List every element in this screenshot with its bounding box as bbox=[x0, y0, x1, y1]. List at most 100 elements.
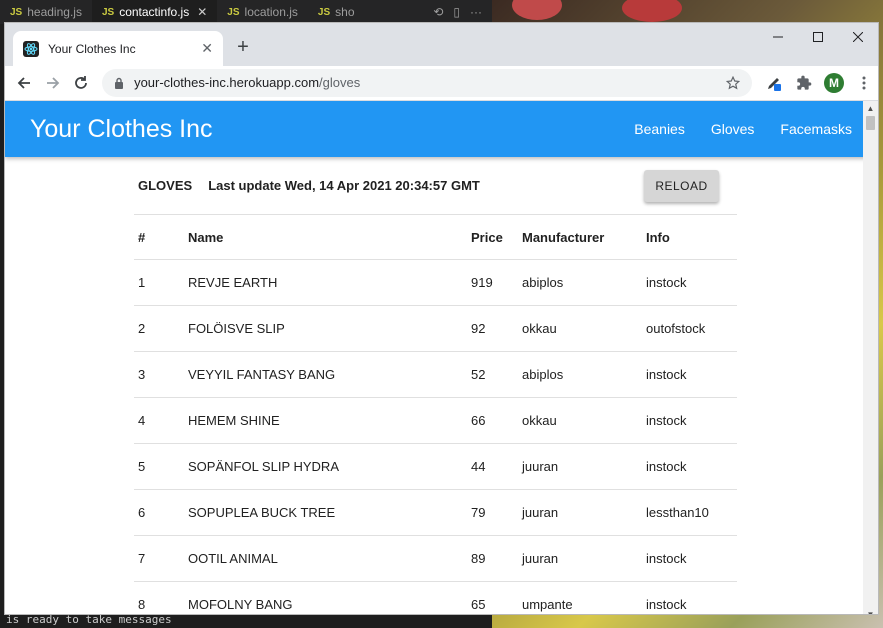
browser-tab[interactable]: Your Clothes Inc ✕ bbox=[13, 31, 223, 66]
bookmark-star-icon[interactable] bbox=[726, 75, 741, 90]
cell-manufacturer: okkau bbox=[522, 397, 646, 444]
nav-link-facemasks[interactable]: Facemasks bbox=[780, 121, 852, 137]
scrollbar-thumb[interactable] bbox=[866, 116, 875, 130]
close-window-button[interactable] bbox=[838, 23, 878, 51]
cell-info: instock bbox=[646, 443, 737, 490]
cell-price: 919 bbox=[471, 259, 522, 306]
editor-tab-bar: JS heading.js JS contactinfo.js ✕ JS loc… bbox=[0, 0, 492, 24]
cell-number: 3 bbox=[134, 351, 188, 398]
reload-button[interactable]: RELOAD bbox=[644, 170, 719, 202]
cell-price: 52 bbox=[471, 351, 522, 398]
url-host: your-clothes-inc.herokuapp.com bbox=[134, 75, 320, 90]
profile-button[interactable]: M bbox=[820, 69, 848, 97]
cell-price: 65 bbox=[471, 581, 522, 614]
column-header-number: # bbox=[134, 215, 188, 260]
browser-window: Your Clothes Inc ✕ + your-clothes-inc.he… bbox=[5, 23, 878, 614]
app-title: Your Clothes Inc bbox=[30, 114, 213, 143]
nav-link-gloves[interactable]: Gloves bbox=[711, 121, 755, 137]
minimize-button[interactable] bbox=[758, 23, 798, 51]
column-header-manufacturer: Manufacturer bbox=[522, 215, 646, 260]
cell-price: 89 bbox=[471, 535, 522, 582]
forward-button[interactable] bbox=[40, 70, 66, 96]
lock-icon[interactable] bbox=[114, 77, 124, 89]
table-row: 5 SOPÄNFOL SLIP HYDRA 44 juuran instock bbox=[134, 443, 737, 490]
arrow-left-icon bbox=[17, 76, 30, 89]
cell-number: 7 bbox=[134, 535, 188, 582]
kebab-menu-icon bbox=[862, 76, 866, 89]
editor-tab-label: contactinfo.js bbox=[119, 5, 190, 19]
reload-page-button[interactable] bbox=[68, 70, 94, 96]
editor-tab[interactable]: JS heading.js bbox=[0, 0, 92, 24]
cell-number: 8 bbox=[134, 581, 188, 614]
maximize-icon bbox=[813, 32, 823, 42]
extensions-area: M bbox=[760, 69, 878, 97]
table-row: 7 OOTIL ANIMAL 89 juuran instock bbox=[134, 535, 737, 582]
maximize-button[interactable] bbox=[798, 23, 838, 51]
cell-name: SOPÄNFOL SLIP HYDRA bbox=[188, 443, 471, 490]
column-header-name: Name bbox=[188, 215, 471, 260]
product-table: # Name Price Manufacturer Info 1 REVJE EA… bbox=[134, 215, 737, 614]
close-tab-icon[interactable]: ✕ bbox=[201, 40, 213, 57]
more-actions-icon[interactable]: ··· bbox=[470, 5, 482, 19]
cell-manufacturer: juuran bbox=[522, 489, 646, 536]
url-path: /gloves bbox=[319, 75, 361, 90]
nav-link-beanies[interactable]: Beanies bbox=[634, 121, 685, 137]
extension-pen-button[interactable] bbox=[760, 69, 788, 97]
minimize-icon bbox=[773, 36, 783, 38]
browser-menu-button[interactable] bbox=[850, 69, 878, 97]
editor-actions: ⟲ ▯ ··· bbox=[433, 5, 492, 19]
scroll-up-arrow-icon[interactable]: ▲ bbox=[863, 101, 878, 116]
cell-name: FOLÖISVE SLIP bbox=[188, 305, 471, 352]
column-header-price: Price bbox=[471, 215, 522, 260]
cell-info: instock bbox=[646, 259, 737, 306]
table-row: 2 FOLÖISVE SLIP 92 okkau outofstock bbox=[134, 305, 737, 352]
cell-manufacturer: abiplos bbox=[522, 351, 646, 398]
new-tab-button[interactable]: + bbox=[231, 36, 255, 60]
js-file-icon: JS bbox=[317, 6, 331, 18]
cell-name: MOFOLNY BANG bbox=[188, 581, 471, 614]
product-panel: GLOVES Last update Wed, 14 Apr 2021 20:3… bbox=[134, 157, 737, 614]
wallpaper-flower bbox=[512, 0, 562, 20]
column-header-info: Info bbox=[646, 215, 737, 260]
cell-name: HEMEM SHINE bbox=[188, 397, 471, 444]
table-row: 3 VEYYIL FANTASY BANG 52 abiplos instock bbox=[134, 351, 737, 398]
cell-number: 6 bbox=[134, 489, 188, 536]
category-nav: Beanies Gloves Facemasks bbox=[608, 121, 852, 137]
url-text[interactable]: your-clothes-inc.herokuapp.com/gloves bbox=[134, 75, 726, 90]
table-row: 6 SOPUPLEA BUCK TREE 79 juuran lessthan10 bbox=[134, 489, 737, 536]
last-update-text: Last update Wed, 14 Apr 2021 20:34:57 GM… bbox=[208, 178, 480, 193]
editor-tab[interactable]: JS location.js bbox=[217, 0, 308, 24]
cell-name: VEYYIL FANTASY BANG bbox=[188, 351, 471, 398]
close-icon bbox=[853, 32, 863, 42]
cell-info: lessthan10 bbox=[646, 489, 737, 536]
page-scrollbar[interactable]: ▲ ▼ bbox=[863, 101, 878, 614]
browser-toolbar: your-clothes-inc.herokuapp.com/gloves M bbox=[5, 66, 878, 101]
react-favicon-icon bbox=[23, 40, 39, 57]
cell-number: 2 bbox=[134, 305, 188, 352]
close-icon[interactable]: ✕ bbox=[197, 5, 207, 19]
page-viewport: Your Clothes Inc Beanies Gloves Facemask… bbox=[5, 101, 878, 614]
cell-info: outofstock bbox=[646, 305, 737, 352]
editor-tab-active[interactable]: JS contactinfo.js ✕ bbox=[91, 0, 218, 24]
history-icon[interactable]: ⟲ bbox=[433, 5, 443, 19]
cell-price: 44 bbox=[471, 443, 522, 490]
split-editor-icon[interactable]: ▯ bbox=[453, 5, 460, 19]
cell-name: OOTIL ANIMAL bbox=[188, 535, 471, 582]
extensions-button[interactable] bbox=[790, 69, 818, 97]
table-header-row: # Name Price Manufacturer Info bbox=[134, 215, 737, 260]
window-controls bbox=[758, 23, 878, 51]
editor-tab[interactable]: JS sho bbox=[308, 0, 365, 24]
scroll-down-arrow-icon[interactable]: ▼ bbox=[863, 607, 878, 614]
cell-info: instock bbox=[646, 351, 737, 398]
arrow-right-icon bbox=[46, 76, 59, 89]
app-header: Your Clothes Inc Beanies Gloves Facemask… bbox=[5, 101, 878, 157]
cell-price: 66 bbox=[471, 397, 522, 444]
back-button[interactable] bbox=[11, 70, 37, 96]
product-header: GLOVES Last update Wed, 14 Apr 2021 20:3… bbox=[134, 157, 737, 215]
table-row: 8 MOFOLNY BANG 65 umpante instock bbox=[134, 581, 737, 614]
category-heading: GLOVES bbox=[138, 178, 193, 193]
terminal-output: is ready to take messages bbox=[0, 612, 498, 628]
cell-manufacturer: umpante bbox=[522, 581, 646, 614]
avatar: M bbox=[824, 72, 845, 93]
address-bar[interactable]: your-clothes-inc.herokuapp.com/gloves bbox=[102, 68, 753, 97]
